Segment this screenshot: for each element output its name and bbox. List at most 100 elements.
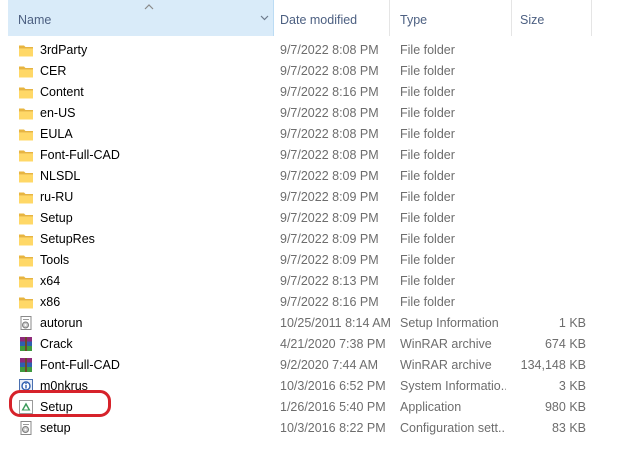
file-name: Crack: [40, 337, 73, 351]
file-size: [512, 145, 586, 166]
file-date-modified: 9/7/2022 8:16 PM: [280, 85, 379, 99]
file-date-modified: 10/25/2011 8:14 AM: [280, 316, 391, 330]
file-date-modified: 9/7/2022 8:09 PM: [280, 232, 379, 246]
file-type: File folder: [400, 211, 455, 225]
file-size: 83 KB: [551, 421, 586, 435]
file-row[interactable]: Content 9/7/2022 8:16 PM File folder: [0, 82, 618, 103]
file-type: File folder: [400, 85, 455, 99]
file-name: CER: [40, 64, 67, 78]
file-type: File folder: [400, 64, 455, 78]
folder-icon: [18, 231, 34, 247]
column-header-name[interactable]: Name: [8, 0, 274, 36]
file-date-modified: 10/3/2016 6:52 PM: [280, 379, 386, 393]
file-row[interactable]: x64 9/7/2022 8:13 PM File folder: [0, 271, 618, 292]
file-date-modified: 9/7/2022 8:09 PM: [280, 253, 379, 267]
folder-icon: [18, 105, 34, 121]
file-row[interactable]: Font-Full-CAD 9/7/2022 8:08 PM File folder: [0, 145, 618, 166]
file-type: WinRAR archive: [400, 358, 492, 372]
column-header-size-label: Size: [520, 13, 545, 27]
config-settings-icon: [18, 420, 34, 436]
file-date-modified: 9/7/2022 8:16 PM: [280, 295, 379, 309]
file-row[interactable]: SetupRes 9/7/2022 8:09 PM File folder: [0, 229, 618, 250]
file-date-modified: 9/7/2022 8:09 PM: [280, 169, 379, 183]
file-row[interactable]: EULA 9/7/2022 8:08 PM File folder: [0, 124, 618, 145]
file-row[interactable]: Setup 9/7/2022 8:09 PM File folder: [0, 208, 618, 229]
file-name: x86: [40, 295, 61, 309]
folder-icon: [18, 294, 34, 310]
file-date-modified: 9/7/2022 8:09 PM: [280, 211, 379, 225]
file-date-modified: 9/2/2020 7:44 AM: [280, 358, 378, 372]
file-date-modified: 9/7/2022 8:08 PM: [280, 106, 379, 120]
file-name: Font-Full-CAD: [40, 148, 120, 162]
file-name: x64: [40, 274, 61, 288]
file-name: Setup: [40, 400, 73, 414]
file-date-modified: 9/7/2022 8:09 PM: [280, 190, 379, 204]
file-size: [512, 292, 586, 313]
file-type: File folder: [400, 253, 455, 267]
folder-icon: [18, 252, 34, 268]
file-row[interactable]: NLSDL 9/7/2022 8:09 PM File folder: [0, 166, 618, 187]
file-type: System Informatio...: [400, 379, 506, 393]
folder-icon: [18, 189, 34, 205]
winrar-archive-icon: [18, 357, 34, 373]
file-type: Configuration sett...: [400, 421, 506, 435]
file-date-modified: 9/7/2022 8:13 PM: [280, 274, 379, 288]
file-row[interactable]: autorun 10/25/2011 8:14 AM Setup Informati…: [0, 313, 618, 334]
file-name: Tools: [40, 253, 70, 267]
file-row[interactable]: 3rdParty 9/7/2022 8:08 PM File folder: [0, 40, 618, 61]
sort-ascending-icon: [144, 4, 154, 10]
file-name: 3rdParty: [40, 43, 88, 57]
file-name: setup: [40, 421, 71, 435]
file-row[interactable]: en-US 9/7/2022 8:08 PM File folder: [0, 103, 618, 124]
file-size: [512, 82, 586, 103]
file-row[interactable]: x86 9/7/2022 8:16 PM File folder: [0, 292, 618, 313]
file-row[interactable]: CER 9/7/2022 8:08 PM File folder: [0, 61, 618, 82]
folder-icon: [18, 63, 34, 79]
column-header-size[interactable]: Size: [512, 0, 592, 36]
file-type: WinRAR archive: [400, 337, 492, 351]
file-size: 134,148 KB: [520, 358, 586, 372]
column-header-date-modified[interactable]: Date modified: [270, 0, 390, 36]
file-date-modified: 4/21/2020 7:38 PM: [280, 337, 386, 351]
file-name: Content: [40, 85, 84, 99]
file-size: [512, 166, 586, 187]
file-type: Setup Information: [400, 316, 499, 330]
file-row[interactable]: Setup 1/26/2016 5:40 PM Application 980 KB: [0, 397, 618, 418]
file-type: File folder: [400, 127, 455, 141]
column-header-type[interactable]: Type: [390, 0, 512, 36]
folder-icon: [18, 84, 34, 100]
folder-icon: [18, 168, 34, 184]
file-date-modified: 9/7/2022 8:08 PM: [280, 127, 379, 141]
file-explorer: Name Date modified Type Size 3rdParty 9/7…: [0, 0, 618, 468]
file-type: File folder: [400, 148, 455, 162]
file-name: autorun: [40, 316, 83, 330]
file-name: EULA: [40, 127, 73, 141]
file-row[interactable]: Tools 9/7/2022 8:09 PM File folder: [0, 250, 618, 271]
setup-info-icon: [18, 315, 34, 331]
file-row[interactable]: ru-RU 9/7/2022 8:09 PM File folder: [0, 187, 618, 208]
file-type: File folder: [400, 295, 455, 309]
file-size: [512, 124, 586, 145]
file-row[interactable]: Crack 4/21/2020 7:38 PM WinRAR archive 674 …: [0, 334, 618, 355]
chevron-down-icon[interactable]: [260, 13, 269, 22]
file-size: [512, 208, 586, 229]
file-row[interactable]: setup 10/3/2016 8:22 PM Configuration sett…: [0, 418, 618, 439]
file-row[interactable]: Font-Full-CAD 9/2/2020 7:44 AM WinRAR arch…: [0, 355, 618, 376]
winrar-archive-icon: [18, 336, 34, 352]
file-row[interactable]: m0nkrus 10/3/2016 6:52 PM System Informati…: [0, 376, 618, 397]
file-type: File folder: [400, 190, 455, 204]
file-size: [512, 40, 586, 61]
file-type: File folder: [400, 169, 455, 183]
file-list: 3rdParty 9/7/2022 8:08 PM File folder CER 9/…: [0, 40, 618, 439]
file-size: [512, 103, 586, 124]
file-size: 1 KB: [558, 316, 586, 330]
file-size: 674 KB: [544, 337, 586, 351]
file-type: File folder: [400, 43, 455, 57]
file-size: 980 KB: [544, 400, 586, 414]
file-type: File folder: [400, 274, 455, 288]
system-info-icon: [18, 378, 34, 394]
file-type: File folder: [400, 232, 455, 246]
folder-icon: [18, 147, 34, 163]
file-date-modified: 9/7/2022 8:08 PM: [280, 43, 379, 57]
file-type: File folder: [400, 106, 455, 120]
